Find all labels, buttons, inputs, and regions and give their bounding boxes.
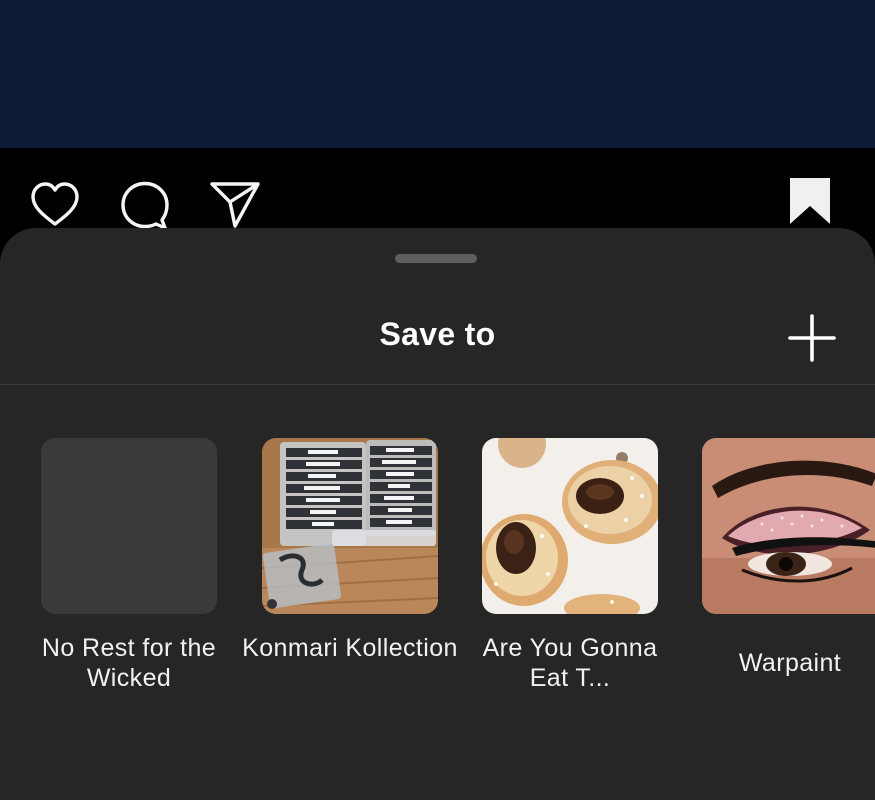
collections-row[interactable]: No Rest for the Wicked Konmari Kollectio…: [0, 438, 875, 718]
save-to-sheet: Save to No Rest for the Wicked Konmari K…: [0, 228, 875, 800]
collection-label: No Rest for the Wicked: [41, 634, 217, 692]
paper-plane-icon[interactable]: [208, 178, 262, 232]
collection-thumbnail-chocolate-pastry[interactable]: [482, 438, 658, 614]
sheet-drag-handle[interactable]: [395, 254, 477, 263]
collection-label: Warpaint: [738, 649, 842, 677]
collection-thumbnail-eye-makeup[interactable]: [702, 438, 875, 614]
collection-thumbnail-storage-boxes[interactable]: [262, 438, 438, 614]
collection-thumbnail-empty[interactable]: [41, 438, 217, 614]
new-collection-button[interactable]: [784, 310, 840, 366]
collection-label: Are You Gonna Eat T...: [482, 634, 658, 692]
post-image[interactable]: [0, 0, 875, 148]
sheet-divider: [0, 384, 875, 385]
collection-label: Konmari Kollection: [242, 634, 458, 662]
comment-icon[interactable]: [118, 178, 172, 232]
instagram-screen: Save to No Rest for the Wicked Konmari K…: [0, 0, 875, 800]
sheet-title: Save to: [379, 316, 496, 352]
plus-icon: [788, 314, 836, 362]
heart-icon[interactable]: [28, 178, 82, 232]
bookmark-icon[interactable]: [784, 176, 836, 228]
